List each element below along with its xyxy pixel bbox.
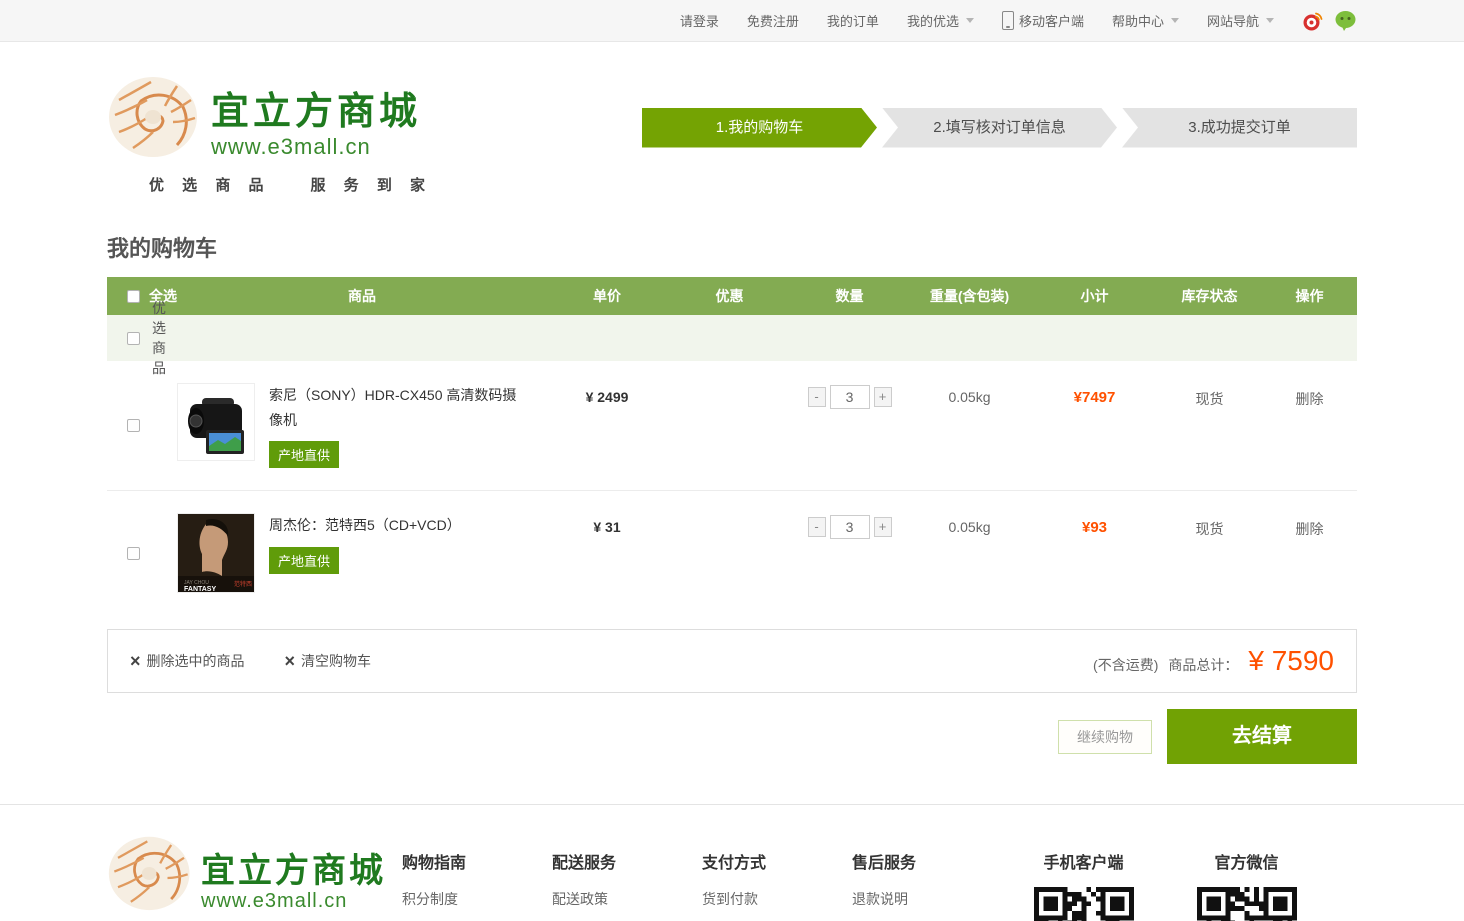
footer-wechat-qr: 官方微信 xyxy=(1165,821,1328,921)
item-weight: 0.05kg xyxy=(907,383,1032,405)
page-title: 我的购物车 xyxy=(107,231,1357,263)
origin-direct-badge: 产地直供 xyxy=(269,547,339,574)
logo-title: 宜立方商城 xyxy=(211,92,421,134)
item-price: ¥ 31 xyxy=(547,513,667,535)
register-link[interactable]: 免费注册 xyxy=(747,11,799,30)
item-weight: 0.05kg xyxy=(907,513,1032,535)
mobile-app-qr-code xyxy=(1034,887,1134,921)
footer-column-delivery: 配送服务 配送政策 开箱验货 配送运费 配送范围 xyxy=(552,821,702,921)
quantity-decrease-button[interactable]: - xyxy=(808,517,826,537)
product-title[interactable]: 周杰伦：范特西5（CD+VCD） xyxy=(269,513,524,538)
col-header-subtotal: 小计 xyxy=(1032,286,1157,306)
delete-item-link[interactable]: 删除 xyxy=(1296,521,1324,537)
quantity-input[interactable] xyxy=(830,515,870,539)
product-image-camera[interactable] xyxy=(177,383,255,461)
nautilus-shell-logo-icon xyxy=(107,821,195,913)
group-select-checkbox[interactable] xyxy=(127,332,140,345)
footer-column-payment: 支付方式 货到付款 在线支付 优选卡 发票制度 xyxy=(702,821,852,921)
quantity-stepper: - + xyxy=(808,515,892,539)
col-header-quantity: 数量 xyxy=(792,286,907,306)
footer-link[interactable]: 配送政策 xyxy=(552,889,702,909)
weibo-icon[interactable] xyxy=(1302,10,1324,32)
site-nav-menu[interactable]: 网站导航 xyxy=(1207,11,1274,30)
quantity-increase-button[interactable]: + xyxy=(874,387,892,407)
cart-table-header: 全选 商品 单价 优惠 数量 重量(含包装) 小计 库存状态 操作 xyxy=(107,277,1357,315)
cart-table: 全选 商品 单价 优惠 数量 重量(含包装) 小计 库存状态 操作 优选商品 xyxy=(107,277,1357,615)
footer-link[interactable]: 积分制度 xyxy=(402,889,552,909)
product-title[interactable]: 索尼（SONY）HDR-CX450 高清数码摄像机 xyxy=(269,383,524,433)
logo-slogan: 优 选 商 品 服 务 到 家 xyxy=(107,174,567,195)
login-link[interactable]: 请登录 xyxy=(680,11,719,30)
col-header-discount: 优惠 xyxy=(667,286,792,306)
group-label: 优选商品 xyxy=(152,298,177,378)
col-header-stock: 库存状态 xyxy=(1157,286,1262,306)
continue-shopping-button[interactable]: 继续购物 xyxy=(1058,720,1152,754)
footer-logo-title: 宜立方商城 xyxy=(201,853,386,890)
top-utility-bar: 请登录 免费注册 我的订单 我的优选 移动客户端 帮助中心 网站导航 xyxy=(0,0,1464,42)
col-header-weight: 重量(含包装) xyxy=(907,286,1032,306)
step-order-submitted: 3.成功提交订单 xyxy=(1122,108,1357,148)
quantity-stepper: - + xyxy=(808,385,892,409)
my-orders-link[interactable]: 我的订单 xyxy=(827,11,879,30)
item-subtotal: ¥7497 xyxy=(1032,383,1157,406)
clear-cart-link[interactable]: × 清空购物车 xyxy=(285,651,372,671)
footer-link[interactable]: 退款说明 xyxy=(852,889,1002,909)
product-image-album[interactable]: JAY CHOU FANTASY 范特西 xyxy=(177,513,255,593)
delete-item-link[interactable]: 删除 xyxy=(1296,391,1324,407)
help-center-menu[interactable]: 帮助中心 xyxy=(1112,11,1179,30)
col-header-product: 商品 xyxy=(177,286,547,306)
item-price: ¥ 2499 xyxy=(547,383,667,405)
footer-column-after-sales: 售后服务 退款说明 退换货流程 退换货政策 隐私条款 xyxy=(852,821,1002,921)
col-header-action: 操作 xyxy=(1262,286,1357,306)
item-subtotal: ¥93 xyxy=(1032,513,1157,536)
item-discount xyxy=(667,383,792,389)
site-logo[interactable]: 宜立方商城 www.e3mall.cn 优 选 商 品 服 务 到 家 xyxy=(107,60,567,195)
total-amount: ¥ 7590 xyxy=(1248,647,1334,675)
footer-link[interactable]: 货到付款 xyxy=(702,889,852,909)
site-footer: 宜立方商城 www.e3mall.cn 4008-888-888 周一至周日8:… xyxy=(0,804,1464,921)
mobile-client-link[interactable]: 移动客户端 xyxy=(1002,11,1084,30)
footer-logo-url: www.e3mall.cn xyxy=(201,890,347,913)
delete-selected-link[interactable]: × 删除选中的商品 xyxy=(130,651,245,671)
checkout-progress-steps: 1.我的购物车 2.填写核对订单信息 3.成功提交订单 xyxy=(642,108,1357,148)
item-stock-status: 现货 xyxy=(1157,383,1262,409)
svg-text:范特西: 范特西 xyxy=(234,580,252,588)
origin-direct-badge: 产地直供 xyxy=(269,441,339,468)
social-icons xyxy=(1302,10,1357,32)
step-confirm-order: 2.填写核对订单信息 xyxy=(882,108,1117,148)
chevron-down-icon xyxy=(1171,18,1179,23)
site-header: 宜立方商城 www.e3mall.cn 优 选 商 品 服 务 到 家 1.我的… xyxy=(0,42,1464,215)
x-icon: × xyxy=(285,652,296,670)
logo-url: www.e3mall.cn xyxy=(211,134,371,160)
item-stock-status: 现货 xyxy=(1157,513,1262,539)
item-select-checkbox[interactable] xyxy=(127,419,140,432)
cart-item-row: JAY CHOU FANTASY 范特西 周杰伦：范特西5（CD+VCD） 产地… xyxy=(107,491,1357,615)
chevron-down-icon xyxy=(1266,18,1274,23)
mobile-phone-icon xyxy=(1002,11,1014,30)
quantity-increase-button[interactable]: + xyxy=(874,517,892,537)
cart-item-row: 索尼（SONY）HDR-CX450 高清数码摄像机 产地直供 ¥ 2499 - … xyxy=(107,361,1357,491)
col-header-price: 单价 xyxy=(547,286,667,306)
freight-note: (不含运费) xyxy=(1093,655,1158,675)
item-discount xyxy=(667,513,792,519)
footer-logo: 宜立方商城 www.e3mall.cn xyxy=(107,821,402,913)
vendor-group-row: 优选商品 xyxy=(107,315,1357,361)
quantity-decrease-button[interactable]: - xyxy=(808,387,826,407)
x-icon: × xyxy=(130,652,141,670)
nautilus-shell-logo-icon xyxy=(107,60,203,160)
item-select-checkbox[interactable] xyxy=(127,547,140,560)
total-label: 商品总计： xyxy=(1168,655,1238,675)
step-cart: 1.我的购物车 xyxy=(642,108,877,148)
checkout-button[interactable]: 去结算 xyxy=(1167,709,1357,764)
footer-column-shopping-guide: 购物指南 积分制度 会员介绍 购物流程 常见问题 xyxy=(402,821,552,921)
wechat-icon[interactable] xyxy=(1334,10,1357,32)
footer-mobile-app-qr: 手机客户端 xyxy=(1002,821,1165,921)
wechat-qr-code xyxy=(1197,887,1297,921)
quantity-input[interactable] xyxy=(830,385,870,409)
my-picks-menu[interactable]: 我的优选 xyxy=(907,11,974,30)
svg-text:FANTASY: FANTASY xyxy=(184,586,216,593)
cart-summary-bar: × 删除选中的商品 × 清空购物车 (不含运费) 商品总计： ¥ 7590 xyxy=(107,629,1357,693)
chevron-down-icon xyxy=(966,18,974,23)
